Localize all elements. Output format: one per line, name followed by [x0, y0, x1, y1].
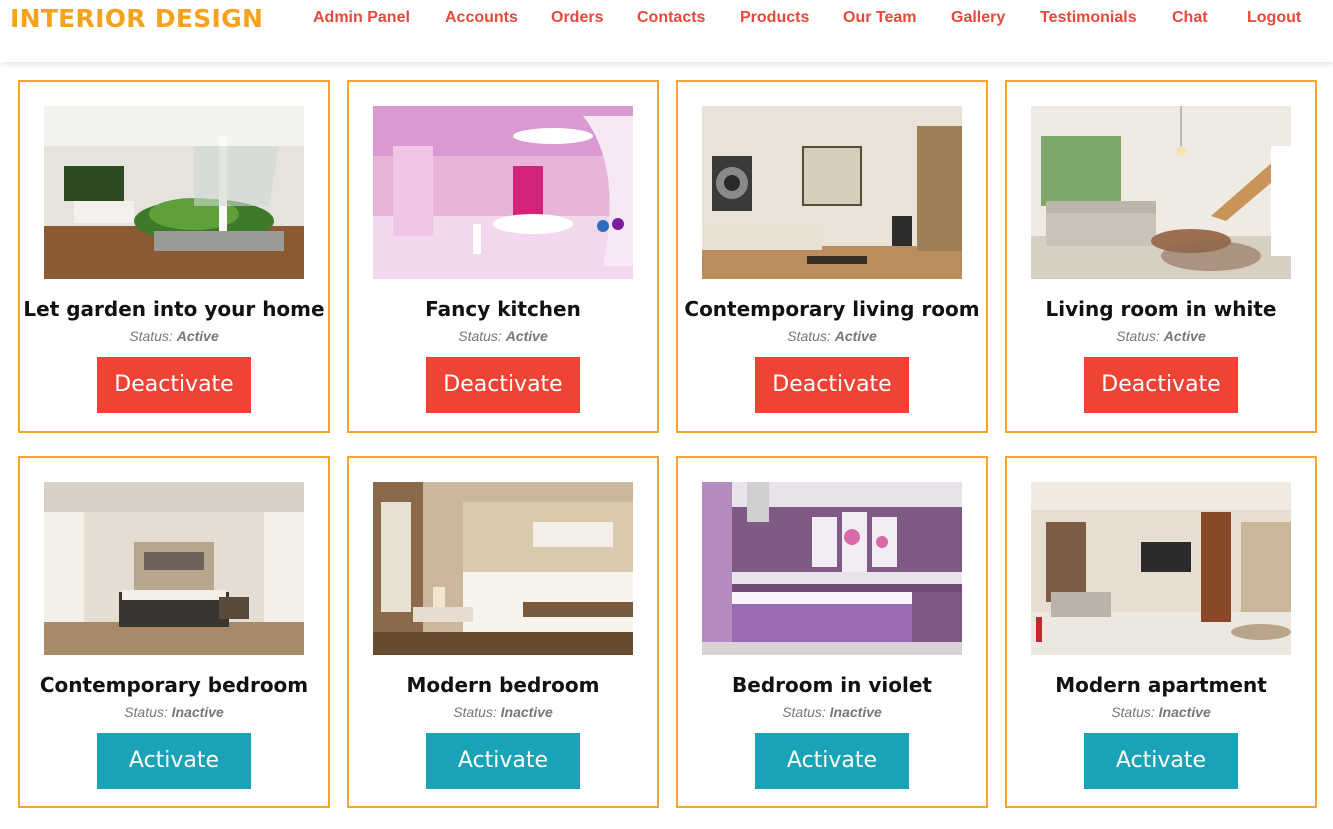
nav-logout[interactable]: Logout: [1247, 9, 1301, 27]
project-photo: [1031, 482, 1291, 655]
project-photo: [44, 106, 304, 279]
project-card: Living room in white Status: Active Deac…: [1005, 80, 1317, 433]
project-photo: [1031, 106, 1291, 279]
project-status: Status: Active: [129, 328, 219, 344]
project-status: Status: Active: [1116, 328, 1206, 344]
nav-testimonials[interactable]: Testimonials: [1040, 9, 1137, 27]
project-title: Contemporary living room: [684, 297, 980, 321]
status-value: Active: [1163, 328, 1206, 344]
project-photo: [373, 482, 633, 655]
nav-gallery[interactable]: Gallery: [951, 9, 1005, 27]
project-status: Status: Inactive: [1111, 704, 1211, 720]
project-status: Status: Inactive: [453, 704, 553, 720]
activate-button[interactable]: Activate: [426, 733, 580, 789]
status-value: Active: [176, 328, 219, 344]
activate-button[interactable]: Activate: [1084, 733, 1238, 789]
nav-contacts[interactable]: Contacts: [637, 9, 705, 27]
project-title: Fancy kitchen: [425, 297, 581, 321]
top-navbar: INTERIOR DESIGN Admin Panel Accounts Ord…: [0, 0, 1333, 62]
project-card: Modern bedroom Status: Inactive Activate: [347, 456, 659, 808]
project-photo: [44, 482, 304, 655]
brand-logo[interactable]: INTERIOR DESIGN: [10, 4, 263, 33]
status-value: Inactive: [171, 704, 224, 720]
project-status: Status: Inactive: [782, 704, 882, 720]
nav-our-team[interactable]: Our Team: [843, 9, 917, 27]
project-photo: [702, 106, 962, 279]
project-status: Status: Active: [458, 328, 548, 344]
nav-orders[interactable]: Orders: [551, 9, 603, 27]
project-title: Modern apartment: [1055, 673, 1267, 697]
nav-chat[interactable]: Chat: [1172, 9, 1208, 27]
activate-button[interactable]: Activate: [97, 733, 251, 789]
project-title: Living room in white: [1045, 297, 1277, 321]
project-card: Contemporary living room Status: Active …: [676, 80, 988, 433]
nav-admin-panel[interactable]: Admin Panel: [313, 9, 410, 27]
project-card: Let garden into your home Status: Active…: [18, 80, 330, 433]
activate-button[interactable]: Activate: [755, 733, 909, 789]
project-title: Modern bedroom: [406, 673, 600, 697]
status-value: Inactive: [829, 704, 882, 720]
status-value: Active: [505, 328, 548, 344]
project-photo: [373, 106, 633, 279]
project-card: Fancy kitchen Status: Active Deactivate: [347, 80, 659, 433]
project-title: Let garden into your home: [23, 297, 325, 321]
project-card: Bedroom in violet Status: Inactive Activ…: [676, 456, 988, 808]
project-status: Status: Inactive: [124, 704, 224, 720]
status-value: Inactive: [500, 704, 553, 720]
project-title: Bedroom in violet: [732, 673, 932, 697]
deactivate-button[interactable]: Deactivate: [755, 357, 909, 413]
nav-products[interactable]: Products: [740, 9, 809, 27]
project-status: Status: Active: [787, 328, 877, 344]
project-card: Contemporary bedroom Status: Inactive Ac…: [18, 456, 330, 808]
deactivate-button[interactable]: Deactivate: [97, 357, 251, 413]
nav-accounts[interactable]: Accounts: [445, 9, 518, 27]
project-title: Contemporary bedroom: [39, 673, 309, 697]
project-photo: [702, 482, 962, 655]
project-card: Modern apartment Status: Inactive Activa…: [1005, 456, 1317, 808]
deactivate-button[interactable]: Deactivate: [426, 357, 580, 413]
status-value: Inactive: [1158, 704, 1211, 720]
status-value: Active: [834, 328, 877, 344]
deactivate-button[interactable]: Deactivate: [1084, 357, 1238, 413]
